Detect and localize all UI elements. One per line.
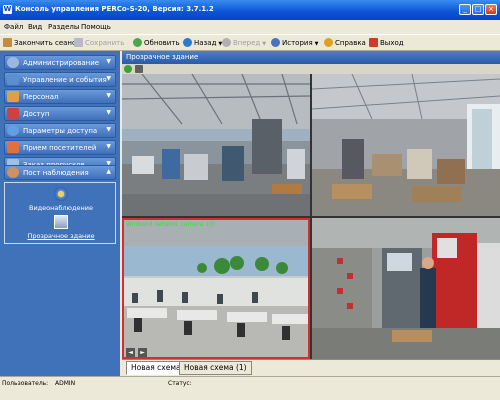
menu-view[interactable]: Вид [28,23,42,31]
nav-item-control-events[interactable]: Управление и события ▼ [4,72,116,87]
chevron-up-icon: ▲ [106,168,111,175]
camera-view-4[interactable] [312,218,500,359]
help-button[interactable]: Справка [324,38,366,49]
nav-item-visitors[interactable]: Прием посетителей ▼ [4,140,116,155]
app-icon: W [3,5,12,14]
camera-icon[interactable] [54,187,68,201]
save-label: Сохранить [85,39,125,47]
machine-operator-image [312,218,500,359]
chevron-down-icon: ▼ [106,126,111,133]
arrow-left-icon [183,38,192,47]
maximize-button[interactable]: □ [472,4,484,15]
refresh-icon [133,38,142,47]
dropdown-arrow-icon: ▼ [314,41,319,47]
user-value: ADMIN [55,380,76,387]
navigation-panel: Администрирование ▼ Управление и события… [0,51,120,376]
chevron-down-icon: ▼ [106,109,111,116]
exit-label: Выход [380,39,404,47]
nav-item-label: Пост наблюдения [23,169,89,177]
camera-view-3[interactable]: Winbond network camera 1/0 [122,218,310,359]
save-icon [74,38,83,47]
history-label: История [282,39,313,47]
end-session-button[interactable]: Закончить сеанс [3,38,76,49]
camera-view-2[interactable] [312,74,500,216]
camera-view-1[interactable] [122,74,310,216]
save-button[interactable]: Сохранить [74,38,124,49]
exit-icon [369,38,378,47]
nav-item-access[interactable]: Доступ ▼ [4,106,116,121]
nav-item-label: Администрирование [23,59,100,67]
refresh-button[interactable]: Обновить [133,38,180,49]
door-icon [3,38,12,47]
nav-item-label: Доступ [23,110,50,118]
title-bar: W Консоль управления PERCo-S-20, Версия:… [0,0,500,20]
toolbar: Закончить сеанс Сохранить Обновить Назад… [0,34,500,51]
status-bar: Пользователь: ADMIN Статус: [0,376,500,400]
factory-hall-image [122,74,310,216]
chevron-down-icon: ▼ [106,92,111,99]
globe-icon [7,125,19,136]
forward-label: Вперед [233,39,261,47]
nav-item-label: Персонал [23,93,59,101]
prev-arrow-icon[interactable]: ◄ [126,348,135,357]
guard-icon [7,167,19,178]
nav-item-observation-post[interactable]: Пост наблюдения ▲ [4,165,116,180]
play-icon[interactable] [124,65,132,73]
chevron-down-icon: ▼ [106,75,111,82]
forward-button[interactable]: Вперед ▼ [222,38,266,49]
help-label: Справка [335,39,366,47]
close-button[interactable]: × [485,4,497,15]
status-label: Статус: [168,380,192,387]
scheme-tab-bar: ◄ ► Новая схема Новая схема (1) [122,348,500,376]
menu-sections[interactable]: Разделы [48,23,79,31]
camera-overlay-label: Winbond network camera 1/0 [126,221,215,228]
help-icon [324,38,333,47]
window-title: Консоль управления PERCo-S-20, Версия: 3… [15,5,214,13]
back-label: Назад [194,39,217,47]
key-icon [7,108,19,119]
sub-item-video-surveillance[interactable]: Видеонаблюдение [5,204,117,212]
observation-post-panel: Видеонаблюдение Прозрачное здание [4,182,116,244]
menu-help[interactable]: Помощь [81,23,111,31]
camera-grid: Winbond network camera 1/0 [122,74,500,359]
tab-new-scheme-1[interactable]: Новая схема (1) [179,361,252,375]
building-icon[interactable] [54,215,68,229]
history-button[interactable]: История ▼ [271,38,319,49]
refresh-label: Обновить [144,39,180,47]
sub-item-transparent-building[interactable]: Прозрачное здание [5,232,117,240]
page-title: Прозрачное здание [126,53,199,61]
workshop-image [312,74,500,216]
chevron-down-icon: ▼ [106,143,111,150]
exit-button[interactable]: Выход [369,38,404,49]
nav-item-label: Параметры доступа [23,127,98,135]
dropdown-arrow-icon: ▼ [262,41,267,47]
monitor-icon [7,74,19,85]
minimize-button[interactable]: _ [459,4,471,15]
nav-item-administration[interactable]: Администрирование ▼ [4,55,116,70]
user-label: Пользователь: [2,380,49,387]
people-icon [7,91,19,102]
end-session-label: Закончить сеанс [14,39,76,47]
history-icon [271,38,280,47]
next-arrow-icon[interactable]: ► [138,348,147,357]
menu-file[interactable]: Файл [4,23,23,31]
arrow-right-icon [222,38,231,47]
nav-item-access-parameters[interactable]: Параметры доступа ▼ [4,123,116,138]
content-header: Прозрачное здание [122,51,500,64]
nav-item-label: Прием посетителей [23,144,97,152]
layout-icon[interactable] [135,65,143,73]
nav-item-label: Управление и события [23,76,107,84]
back-button[interactable]: Назад ▼ [183,38,222,49]
chevron-down-icon: ▼ [106,58,111,65]
content-toolbar [122,64,500,74]
tab-new-scheme[interactable]: Новая схема [126,361,186,375]
nav-item-personnel[interactable]: Персонал ▼ [4,89,116,104]
assembly-line-image [122,218,310,359]
menu-bar: Файл Вид Разделы Помощь [0,20,500,34]
visitor-icon [7,142,19,153]
gear-icon [7,57,19,68]
